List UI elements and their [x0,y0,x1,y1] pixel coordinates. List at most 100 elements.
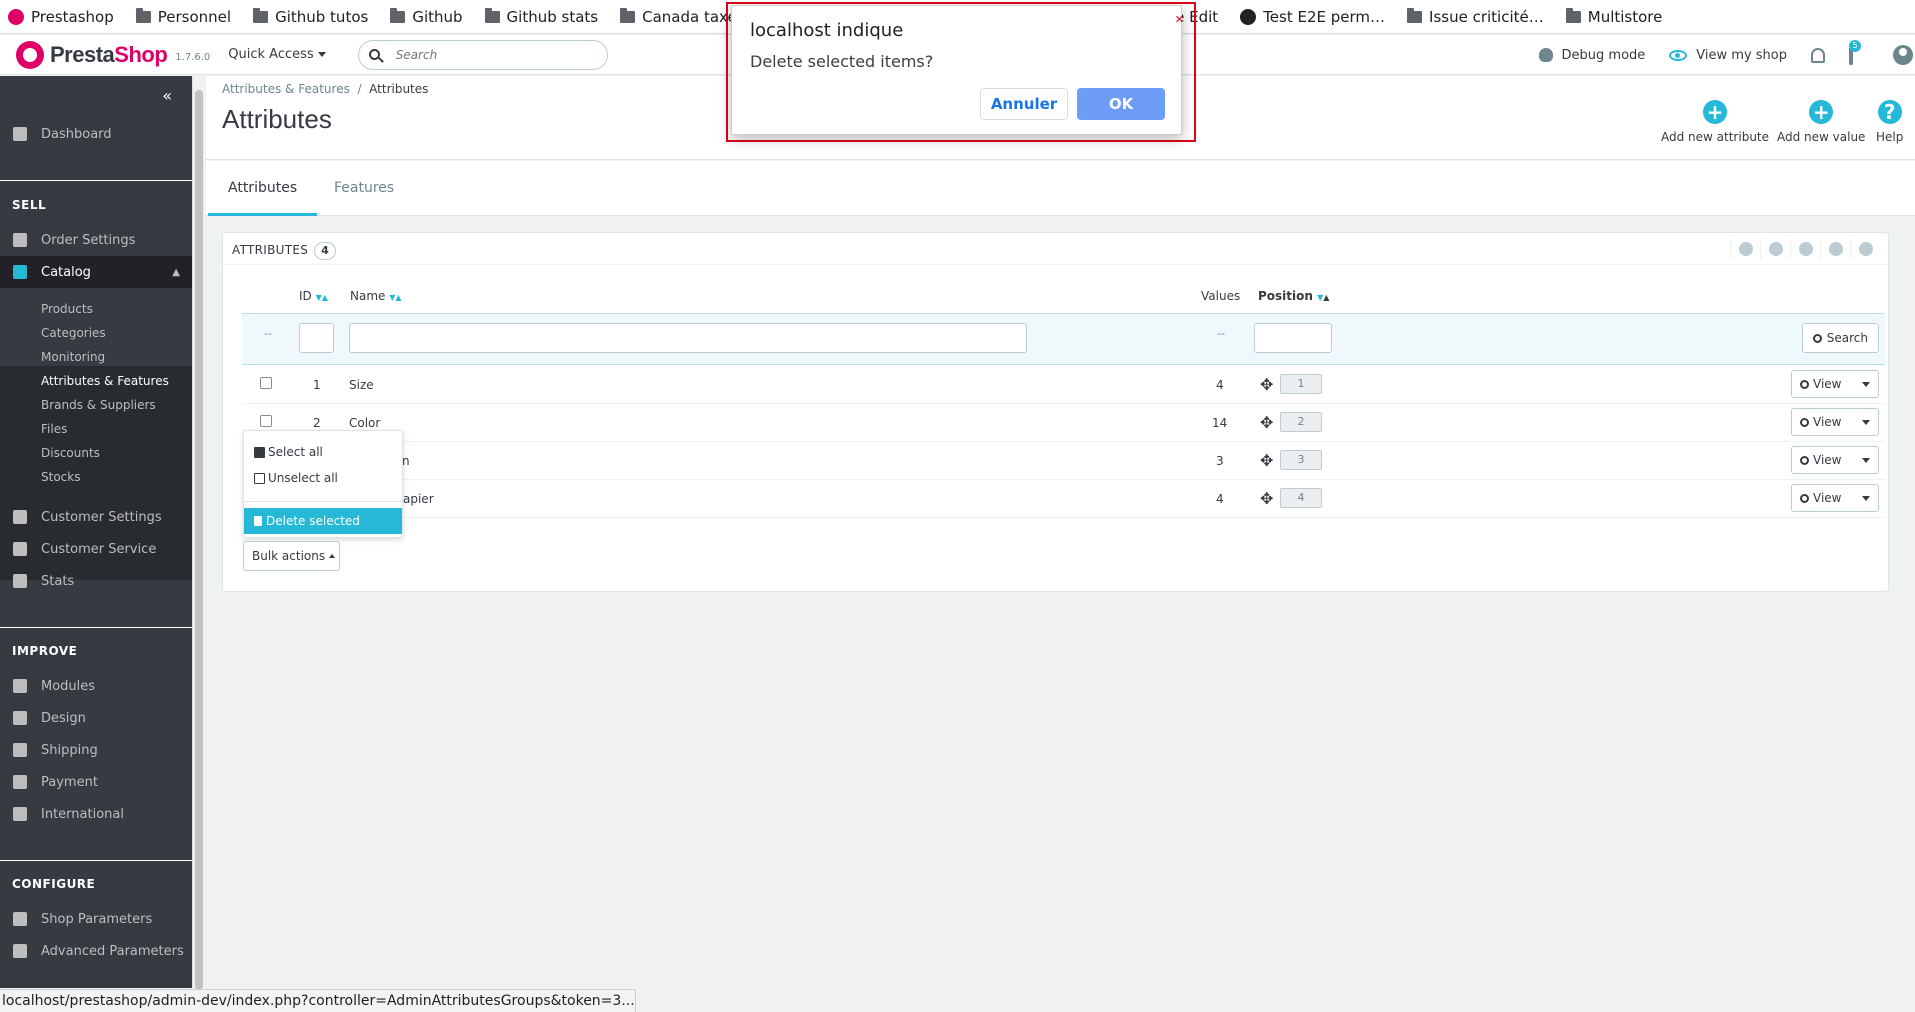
column-position[interactable]: Position ▼▲ [1258,289,1329,303]
sort-icon[interactable]: ▼▲ [316,293,328,302]
sidebar-item-shipping[interactable]: Shipping [0,734,192,766]
bookmark-multistore[interactable]: Multistore [1565,7,1662,26]
breadcrumb-parent[interactable]: Attributes & Features [222,82,350,96]
unselect-all-item[interactable]: Unselect all [244,465,402,491]
bookmark-github-tutos[interactable]: Github tutos [253,7,368,26]
bookmark-test-e2e[interactable]: Test E2E perm… [1240,8,1385,26]
sidebar-item-international[interactable]: International [0,798,192,830]
add-new-value-button[interactable]: + Add new value [1777,100,1865,144]
caret-down-icon[interactable] [1862,381,1870,387]
search-icon [1800,493,1809,503]
submenu-attributes-features[interactable]: Attributes & Features [41,374,169,388]
collapse-sidebar-icon[interactable]: « [162,86,172,105]
close-icon[interactable]: ✕ [1175,13,1184,26]
refresh-icon[interactable] [1790,239,1820,259]
dialog-title: localhost indique [750,20,904,41]
puzzle-icon [13,679,27,693]
caret-down-icon[interactable] [1862,419,1870,425]
submenu-monitoring[interactable]: Monitoring [41,350,105,364]
notifications-bell-icon[interactable] [1811,47,1825,63]
sidebar-item-dashboard[interactable]: Dashboard [0,118,192,150]
section-improve: IMPROVE [12,644,78,658]
help-button[interactable]: ? Help [1876,100,1903,144]
filter-id-input[interactable] [299,323,334,353]
tab-features[interactable]: Features [314,161,414,216]
add-icon[interactable] [1730,239,1760,259]
orders-notification[interactable]: 5 [1849,39,1861,65]
tab-attributes[interactable]: Attributes [208,161,318,216]
caret-down-icon[interactable] [1862,495,1870,501]
sidebar-item-payment[interactable]: Payment [0,766,192,798]
sidebar-item-customer-service[interactable]: Customer Service [0,533,192,565]
cancel-button[interactable]: Annuler [980,88,1068,120]
delete-selected-item[interactable]: Delete selected [244,508,402,534]
debug-mode-link[interactable]: Debug mode [1538,48,1645,63]
submenu-files[interactable]: Files [41,422,67,436]
sidebar-scrollbar[interactable] [192,76,205,990]
filter-name-input[interactable] [349,323,1027,353]
sort-icon[interactable]: ▼▲ [389,293,401,302]
filter-values-dash: -- [1217,327,1225,340]
sql-terminal-icon[interactable] [1820,239,1850,259]
scrollbar-thumb[interactable] [195,90,203,990]
sidebar-item-modules[interactable]: Modules [0,670,192,702]
prestashop-logo[interactable]: PrestaShop 1.7.6.0 [16,40,210,69]
chevron-up-icon: ▲ [172,266,180,278]
header-search[interactable] [357,39,608,70]
ok-button[interactable]: OK [1077,88,1165,120]
bookmark-github-stats[interactable]: Github stats [484,7,598,26]
submenu-products[interactable]: Products [41,302,93,316]
sidebar-item-design[interactable]: Design [0,702,192,734]
view-my-shop-link[interactable]: View my shop [1669,48,1787,63]
github-icon [1240,8,1257,25]
chat-icon [13,542,27,556]
submenu-brands-suppliers[interactable]: Brands & Suppliers [41,398,156,412]
bulk-actions-button[interactable]: Bulk actions [243,541,340,571]
sidebar-item-order-settings[interactable]: Order Settings [0,224,192,256]
sidebar-item-shop-parameters[interactable]: Shop Parameters [0,903,192,935]
table-row[interactable]: n 3 ✥ 3 View [242,442,1885,480]
bookmark-personnel[interactable]: Personnel [135,7,231,26]
sidebar-item-advanced-parameters[interactable]: Advanced Parameters [0,935,192,967]
drag-handle-icon[interactable]: ✥ [1260,489,1273,508]
sidebar-item-customer-settings[interactable]: Customer Settings [0,501,192,533]
quick-access-dropdown[interactable]: Quick Access [228,47,326,62]
quick-access-label: Quick Access [228,47,314,62]
caret-down-icon[interactable] [1862,457,1870,463]
select-all-item[interactable]: Select all [244,439,402,465]
sidebar-item-stats[interactable]: Stats [0,565,192,597]
row-checkbox[interactable] [260,415,272,427]
bookmark-prestashop[interactable]: Prestashop [8,8,114,26]
table-row[interactable]: 2 Color 14 ✥ 2 View [242,404,1885,442]
submenu-discounts[interactable]: Discounts [41,446,100,460]
view-button[interactable]: View [1791,408,1879,436]
column-name[interactable]: Name ▼▲ [350,289,402,303]
database-icon[interactable] [1850,239,1880,259]
folder-icon [253,7,269,23]
export-cloud-icon[interactable] [1760,239,1790,259]
table-row[interactable]: apier 4 ✥ 4 View [242,480,1885,518]
page-tabs: Attributes Features [206,161,1915,216]
bookmark-github[interactable]: Github [390,7,463,26]
submenu-stocks[interactable]: Stocks [41,470,80,484]
drag-handle-icon[interactable]: ✥ [1260,375,1273,394]
sidebar-divider [0,860,192,861]
search-button[interactable]: Search [1801,323,1879,353]
view-button[interactable]: View [1791,484,1879,512]
drag-handle-icon[interactable]: ✥ [1260,451,1273,470]
add-new-attribute-button[interactable]: + Add new attribute [1661,100,1769,144]
submenu-categories[interactable]: Categories [41,326,106,340]
sidebar-item-catalog[interactable]: Catalog ▲ [0,256,192,288]
view-button[interactable]: View [1791,370,1879,398]
table-row[interactable]: 1 Size 4 ✥ 1 View [242,366,1885,404]
filter-position-input[interactable] [1254,323,1332,353]
user-avatar-icon[interactable] [1893,45,1913,65]
header-search-input[interactable] [395,47,576,62]
row-checkbox[interactable] [260,377,272,389]
bookmark-issue[interactable]: Issue criticité… [1407,7,1544,26]
view-button[interactable]: View [1791,446,1879,474]
search-icon [1800,417,1809,427]
bug-icon [1538,48,1553,62]
column-id[interactable]: ID ▼▲ [299,289,328,303]
drag-handle-icon[interactable]: ✥ [1260,413,1273,432]
